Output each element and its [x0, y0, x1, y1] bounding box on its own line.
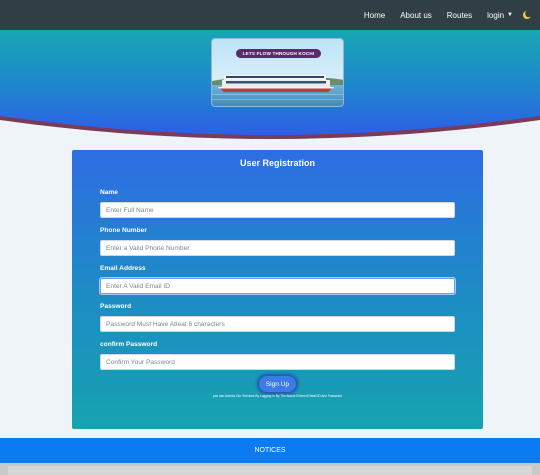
nav-about-link[interactable]: About us: [400, 11, 432, 20]
signup-note: you can Access Our Services By Logging I…: [213, 394, 342, 398]
hero-section: LETS FLOW THROUGH KOCHI: [0, 30, 540, 142]
password-label: Password: [100, 303, 132, 310]
phone-label: Phone Number: [100, 227, 147, 234]
banner-title: LETS FLOW THROUGH KOCHI: [236, 49, 321, 58]
scrollbar-thumb[interactable]: [8, 466, 532, 475]
password-input[interactable]: [100, 316, 455, 332]
top-navbar: Home About us Routes login ▼: [0, 0, 540, 30]
ferry-boat-image: LETS FLOW THROUGH KOCHI: [211, 38, 344, 107]
email-input[interactable]: [100, 278, 455, 294]
name-label: Name: [100, 189, 118, 196]
caret-down-icon: ▼: [507, 12, 513, 18]
nav-login-dropdown[interactable]: login ▼: [487, 11, 513, 20]
notices-bar[interactable]: NOTICES: [0, 438, 540, 463]
confirm-password-input[interactable]: [100, 354, 455, 370]
phone-input[interactable]: [100, 240, 455, 256]
name-input[interactable]: [100, 202, 455, 218]
sign-up-button[interactable]: Sign Up: [259, 376, 296, 392]
form-title: User Registration: [239, 158, 316, 168]
moon-icon[interactable]: [522, 10, 532, 20]
registration-form: User Registration Name Phone Number Emai…: [72, 150, 483, 429]
email-label: Email Address: [100, 265, 146, 272]
nav-routes-link[interactable]: Routes: [447, 11, 472, 20]
nav-home-link[interactable]: Home: [364, 11, 385, 20]
horizontal-scrollbar[interactable]: [0, 463, 540, 475]
nav-login-label: login: [487, 10, 505, 20]
confirm-password-label: confirm Password: [100, 341, 158, 348]
